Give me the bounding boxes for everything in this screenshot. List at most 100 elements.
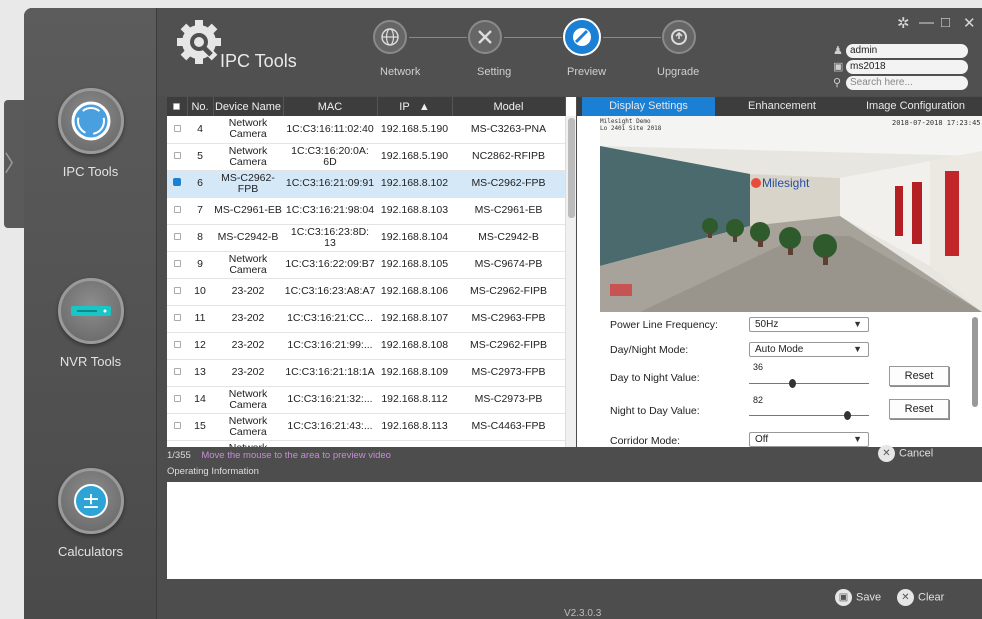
operating-info-label: Operating Information <box>167 466 259 477</box>
corridor-select[interactable]: Off ▼ <box>749 432 869 447</box>
table-row[interactable]: 9 Network Camera 1C:C3:16:22:09:B7 192.168.… <box>167 251 565 279</box>
tab-enhancement[interactable]: Enhancement <box>717 97 847 116</box>
operating-info-log[interactable] <box>167 482 982 579</box>
day-to-night-value: 36 <box>753 362 764 372</box>
row-checkbox[interactable] <box>173 178 181 186</box>
password-field[interactable]: ms2018 <box>846 60 968 74</box>
column-header-device-name[interactable]: Device Name <box>213 97 284 116</box>
cell-mac: 1C:C3:16:23:A8:A7 <box>283 278 377 306</box>
slider-knob[interactable] <box>788 379 796 388</box>
cell-no: 5 <box>187 143 213 171</box>
night-to-day-value: 82 <box>753 395 764 405</box>
row-checkbox[interactable] <box>173 152 181 159</box>
table-row[interactable]: 8 MS-C2942-B 1C:C3:16:23:8D: 13 192.168.8.1… <box>167 224 565 252</box>
cell-ip: 192.168.8.108 <box>377 332 452 360</box>
device-list: No. Device Name MAC IP ▲ Model 4 Network … <box>167 97 566 447</box>
cell-mac: 1C:C3:16:11:02:40 <box>283 116 377 144</box>
table-row[interactable]: 16Network Camera1C:C3:16:21:01:10192.168… <box>167 440 565 447</box>
collapse-edge-tab[interactable]: 〉 <box>4 100 26 228</box>
table-row[interactable]: 4 Network Camera 1C:C3:16:11:02:40 192.168.… <box>167 116 565 144</box>
reset-night-to-day-button[interactable]: Reset <box>889 399 949 419</box>
night-to-day-slider[interactable] <box>749 411 869 420</box>
video-preview[interactable]: Milesight Demo Lo 2401 Site 2018 2018-07… <box>600 116 982 312</box>
table-row[interactable]: 10 23-202 1C:C3:16:23:A8:A7 192.168.8.106 MS… <box>167 278 565 306</box>
save-button[interactable]: ▣ Save <box>835 589 881 606</box>
table-row[interactable]: 15 Network Camera 1C:C3:16:21:43:... 192.16… <box>167 413 565 441</box>
row-checkbox[interactable] <box>173 368 181 375</box>
day-night-select[interactable]: Auto Mode ▼ <box>749 342 869 357</box>
cell-device-name: 23-202 <box>213 305 283 333</box>
table-scrollbar[interactable] <box>565 116 576 447</box>
row-checkbox[interactable] <box>173 206 181 213</box>
row-checkbox[interactable] <box>173 314 181 321</box>
corridor-label: Corridor Mode: <box>610 435 681 447</box>
column-header-no[interactable]: No. <box>187 97 214 116</box>
tab-image-configuration[interactable]: Image Configuration <box>849 97 982 116</box>
row-checkbox[interactable] <box>173 422 181 429</box>
table-row[interactable]: 14 Network Camera 1C:C3:16:21:32:... 192.16… <box>167 386 565 414</box>
step-network[interactable] <box>373 20 407 54</box>
cell-mac: 1C:C3:16:21:09:91 <box>283 170 377 198</box>
row-checkbox[interactable] <box>173 395 181 402</box>
settings-scrollbar[interactable] <box>972 317 978 407</box>
maximize-button[interactable]: □ <box>941 14 950 31</box>
cell-device-name: Network Camera <box>213 143 283 171</box>
nav-nvr-tools[interactable]: NVR Tools <box>24 278 157 369</box>
table-row[interactable]: 13 23-202 1C:C3:16:21:18:1A 192.168.8.109 MS… <box>167 359 565 387</box>
row-checkbox[interactable] <box>173 233 181 240</box>
step-upgrade[interactable] <box>662 20 696 54</box>
device-table: No. Device Name MAC IP ▲ Model 4 Network … <box>167 97 576 447</box>
row-select-cell <box>167 440 187 447</box>
day-to-night-slider[interactable] <box>749 379 869 388</box>
settings-icon[interactable]: ✲ <box>897 14 910 32</box>
table-row[interactable]: 11 23-202 1C:C3:16:21:CC... 192.168.8.107 MS… <box>167 305 565 333</box>
row-checkbox[interactable] <box>173 287 181 294</box>
table-scrollbar-thumb[interactable] <box>568 118 575 218</box>
reset-day-to-night-button[interactable]: Reset <box>889 366 949 386</box>
overlay-left-text-2: Lo 2401 Site 2018 <box>600 125 662 132</box>
nav-calculators[interactable]: ± Calculators <box>24 468 157 559</box>
table-row[interactable]: 12 23-202 1C:C3:16:21:99:... 192.168.8.108 M… <box>167 332 565 360</box>
slider-knob[interactable] <box>843 411 851 420</box>
close-button[interactable]: ✕ <box>963 14 976 32</box>
preview-hint: Move the mouse to the area to preview vi… <box>201 450 391 461</box>
cell-ip: 192.168.5.190 <box>377 116 452 144</box>
column-header-mac[interactable]: MAC <box>283 97 378 116</box>
step-preview[interactable] <box>563 18 601 56</box>
cancel-icon: ✕ <box>878 445 895 462</box>
row-checkbox[interactable] <box>173 260 181 267</box>
nav-ipc-tools[interactable]: IPC Tools <box>24 88 157 179</box>
table-row[interactable]: 6 MS-C2962-FPB 1C:C3:16:21:09:91 192.168.8.… <box>167 170 565 198</box>
power-line-select[interactable]: 50Hz ▼ <box>749 317 869 332</box>
column-header-ip-label: IP <box>399 100 410 113</box>
day-to-night-label: Day to Night Value: <box>610 372 700 384</box>
cell-mac: 1C:C3:16:21:43:... <box>283 413 377 441</box>
cell-ip: 192.168.8.104 <box>377 224 452 252</box>
preview-icon <box>573 28 591 46</box>
sort-ascending-icon: ▲ <box>418 100 430 113</box>
cell-ip: 192.168.8.103 <box>377 197 452 225</box>
column-header-model[interactable]: Model <box>452 97 566 116</box>
row-checkbox[interactable] <box>173 341 181 348</box>
step-setting[interactable] <box>468 20 502 54</box>
table-body: 4 Network Camera 1C:C3:16:11:02:40 192.168.… <box>167 116 565 447</box>
cell-model: MS-C2972-FPB <box>452 440 565 447</box>
clear-button[interactable]: ✕ Clear <box>897 589 944 606</box>
row-select-cell <box>167 305 187 333</box>
username-field[interactable]: admin <box>846 44 968 58</box>
tab-display-settings[interactable]: Display Settings <box>582 97 715 116</box>
search-input[interactable]: Search here... <box>846 76 968 90</box>
settings-tabs: Display Settings Enhancement Image Confi… <box>577 97 982 116</box>
select-all-checkbox[interactable] <box>167 97 188 116</box>
row-checkbox[interactable] <box>173 124 181 132</box>
cancel-button[interactable]: ✕ Cancel <box>878 445 933 462</box>
cell-model: MS-C2973-FPB <box>452 359 565 387</box>
cell-model: MS-C2961-EB <box>452 197 565 225</box>
nav-label: IPC Tools <box>62 164 119 179</box>
table-row[interactable]: 7 MS-C2961-EB 1C:C3:16:21:98:04 192.168.8.1… <box>167 197 565 225</box>
column-header-ip[interactable]: IP ▲ <box>377 97 453 116</box>
minimize-button[interactable]: — <box>919 14 934 31</box>
step-label-upgrade: Upgrade <box>657 66 700 78</box>
table-row[interactable]: 5 Network Camera 1C:C3:16:20:0A: 6D 192.168… <box>167 143 565 171</box>
camera-scene-image: Milesight Demo Lo 2401 Site 2018 2018-07… <box>600 116 982 312</box>
